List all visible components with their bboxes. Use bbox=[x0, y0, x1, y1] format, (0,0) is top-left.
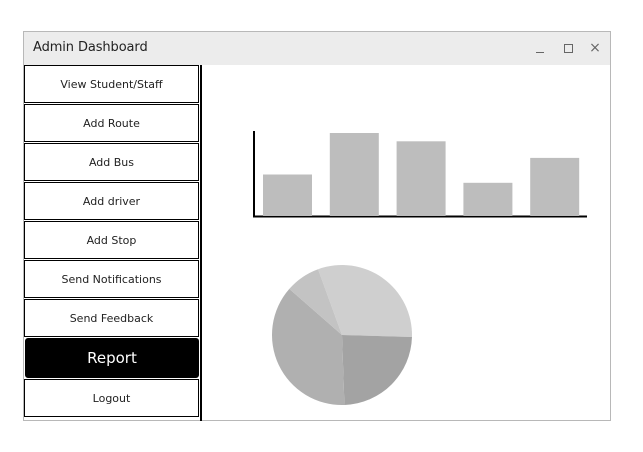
minimize-button[interactable] bbox=[529, 37, 551, 59]
bar-group bbox=[263, 133, 580, 216]
window-title: Admin Dashboard bbox=[33, 40, 148, 55]
sidebar-item-add-route[interactable]: Add Route bbox=[24, 104, 199, 142]
sidebar-item-label: Add Stop bbox=[86, 233, 137, 247]
bar-2 bbox=[329, 133, 379, 216]
bar-3 bbox=[396, 141, 446, 216]
report-content-area bbox=[202, 65, 610, 421]
sidebar-item-label: Add Route bbox=[83, 116, 140, 130]
maximize-button[interactable] bbox=[557, 37, 579, 59]
sidebar-item-report[interactable]: Report bbox=[25, 338, 199, 378]
title-bar: Admin Dashboard × bbox=[24, 32, 610, 65]
sidebar-item-send-feedback[interactable]: Send Feedback bbox=[24, 299, 199, 337]
sidebar-item-label: View Student/Staff bbox=[60, 77, 163, 91]
sidebar-item-send-notifications[interactable]: Send Notifications bbox=[24, 260, 199, 298]
sidebar-item-label: Send Feedback bbox=[69, 311, 154, 325]
sidebar-item-add-driver[interactable]: Add driver bbox=[24, 182, 199, 220]
admin-dashboard-window: Admin Dashboard × View Student/Staff Add… bbox=[23, 31, 611, 421]
bar-5 bbox=[530, 157, 580, 216]
sidebar-item-label: Send Notifications bbox=[61, 272, 162, 286]
sidebar-item-label: Logout bbox=[92, 391, 131, 405]
sidebar-item-view-student-staff[interactable]: View Student/Staff bbox=[24, 65, 199, 103]
close-icon: × bbox=[589, 40, 601, 56]
sidebar-item-label: Add Bus bbox=[88, 155, 135, 169]
minimize-icon bbox=[536, 51, 544, 53]
pie-chart bbox=[271, 265, 412, 406]
bar-1 bbox=[263, 174, 312, 216]
sidebar-item-label: Add driver bbox=[82, 194, 141, 208]
sidebar-item-logout[interactable]: Logout bbox=[24, 379, 199, 417]
close-button[interactable]: × bbox=[584, 37, 606, 59]
sidebar-item-label: Report bbox=[87, 349, 137, 367]
bar-chart bbox=[253, 131, 587, 218]
pie-slice-2 bbox=[342, 335, 412, 405]
sidebar-item-add-stop[interactable]: Add Stop bbox=[24, 221, 199, 259]
sidebar-item-add-bus[interactable]: Add Bus bbox=[24, 143, 199, 181]
maximize-icon bbox=[563, 43, 573, 53]
bar-4 bbox=[463, 182, 513, 216]
pie-group bbox=[271, 265, 412, 406]
sidebar-nav: View Student/Staff Add Route Add Bus Add… bbox=[24, 65, 202, 421]
